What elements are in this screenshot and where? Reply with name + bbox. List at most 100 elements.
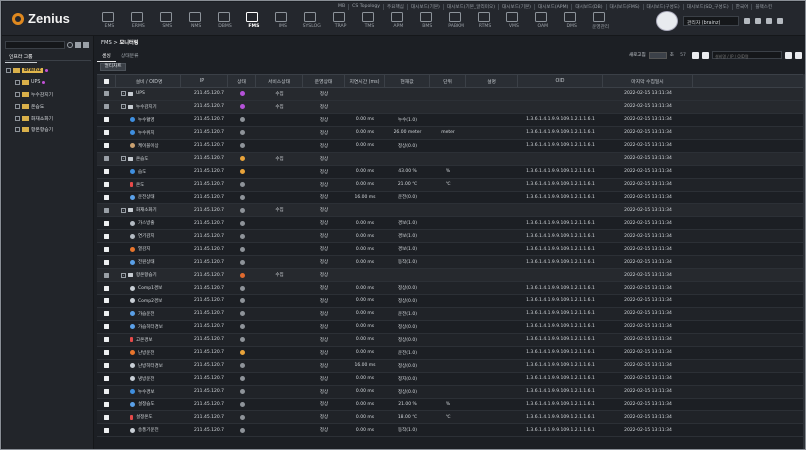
module-nms[interactable]: NMS (182, 12, 211, 30)
row-checkbox[interactable] (104, 350, 109, 356)
row-checkbox[interactable] (104, 143, 109, 149)
module-syslog[interactable]: SYSLOG (297, 12, 326, 30)
table-row[interactable]: - 온습도 211.45.120.7 수집 정상 2022-02-15 13:11:34 (97, 152, 804, 166)
table-row[interactable]: 가습운전 211.45.120.7 정상 0.00 ms 운전(1.0) 1.3.6.1.… (97, 307, 804, 321)
module-pabkm[interactable]: PABKM (442, 12, 471, 30)
table-row[interactable]: - 화재소화기 211.45.120.7 수집 정상 2022-02-15 13:11:3… (97, 204, 804, 218)
row-checkbox[interactable] (104, 298, 109, 304)
row-checkbox[interactable] (104, 363, 109, 369)
tree-node[interactable]: 항온항습기 (15, 124, 53, 136)
row-checkbox[interactable] (104, 246, 109, 252)
row-checkbox[interactable] (104, 259, 109, 265)
row-checkbox[interactable] (104, 91, 109, 97)
module-fms[interactable]: FMS (239, 12, 268, 30)
table-row[interactable]: - UPS 211.45.120.7 수집 정상 2022-02-15 13:11:34 (97, 88, 804, 101)
table-row[interactable]: 가스방출 211.45.120.7 정상 0.00 ms 경보(1.0) 1.3.6.1.… (97, 217, 804, 231)
expand-icon[interactable] (15, 115, 20, 121)
table-row[interactable]: 운전상태 211.45.120.7 정상 16.00 ms 운전(0.0) 1.3.6.1… (97, 192, 804, 205)
trash-icon[interactable] (766, 18, 772, 24)
column-header[interactable]: 서비스상태 (256, 75, 303, 87)
module-ems[interactable]: EMS (95, 12, 124, 30)
column-header[interactable]: 지연시간 (ms) (345, 75, 385, 87)
table-row[interactable]: Comp2경보 211.45.120.7 정상 0.00 ms 정상(0.0) 1.3.6… (97, 295, 804, 308)
column-header[interactable]: 단위 (430, 75, 466, 87)
row-checkbox[interactable] (104, 324, 109, 330)
expand-icon[interactable] (15, 103, 20, 109)
column-header[interactable]: 설비 / OID명 (116, 75, 181, 87)
table-row[interactable]: 난방히터경보 211.45.120.7 정상 16.00 ms 정상(0.0) 1.3.6… (97, 359, 804, 373)
top-link[interactable]: 대시보드(기본) (499, 4, 535, 10)
tree-node[interactable]: UPS (15, 77, 53, 89)
gear-icon[interactable] (83, 41, 89, 48)
top-link[interactable]: 한국어 (733, 4, 753, 10)
table-row[interactable]: 냉방운전 211.45.120.7 정상 0.00 ms 정지(0.0) 1.3.6.1.… (97, 373, 804, 386)
table-row[interactable]: 고온경보 211.45.120.7 정상 0.00 ms 정상(0.0) 1.3.6.1.… (97, 333, 804, 347)
top-link[interactable]: 대시보드(FMS) (607, 4, 644, 10)
row-checkbox[interactable] (104, 414, 109, 420)
search-icon[interactable] (67, 41, 73, 48)
module-vms[interactable]: VMS (499, 12, 528, 30)
top-link[interactable]: CS Topology (349, 4, 384, 10)
top-link[interactable]: 대시보드(기본_알리미오) (444, 4, 500, 10)
row-checkbox[interactable] (104, 182, 109, 188)
row-checkbox[interactable] (104, 376, 109, 382)
tree-node[interactable]: 누수감지기 (15, 89, 53, 101)
row-checkbox[interactable] (104, 401, 109, 407)
grid-icon[interactable] (75, 41, 81, 48)
lock-icon[interactable] (744, 18, 750, 24)
row-checkbox[interactable] (104, 285, 109, 291)
user-select[interactable]: 관리자 (brainz) (683, 16, 739, 26)
multi-chart-button[interactable]: 멀티차트 (100, 63, 126, 71)
row-checkbox[interactable] (104, 337, 109, 343)
table-row[interactable]: 설정습도 211.45.120.7 정상 0.00 ms 21.00 %% 1.3.6.1… (97, 399, 804, 412)
module-ims[interactable]: IMS (268, 12, 297, 30)
play-button[interactable] (702, 51, 709, 59)
top-link[interactable]: 대시보드(DB) (572, 4, 607, 10)
top-link[interactable]: 주요핵심 (384, 4, 408, 10)
table-row[interactable]: 설정온도 211.45.120.7 정상 0.00 ms 18.00 ℃ ℃ 1.3.6.1… (97, 411, 804, 425)
tree-search-input[interactable] (5, 40, 65, 49)
user-icon[interactable] (755, 18, 761, 24)
table-row[interactable]: 전원상태 211.45.120.7 정상 0.00 ms 동작(1.0) 1.3.6.1.… (97, 256, 804, 270)
collapse-icon[interactable]: - (121, 91, 126, 97)
collapse-icon[interactable]: - (121, 272, 126, 278)
pause-button[interactable] (692, 51, 699, 59)
row-checkbox[interactable] (104, 272, 109, 278)
table-row[interactable]: 가습히터경보 211.45.120.7 정상 0.00 ms 정상(0.0) 1.3.6.… (97, 321, 804, 334)
table-row[interactable]: - 누수감지기 211.45.120.7 수집 정상 2022-02-15 13:11:3… (97, 100, 804, 114)
module-oam[interactable]: OAM (528, 12, 557, 30)
tree-node[interactable]: 온습도 (15, 100, 53, 112)
table-row[interactable]: 난방운전 211.45.120.7 정상 0.00 ms 운전(1.0) 1.3.6.1.… (97, 347, 804, 360)
logo[interactable]: Zenius (12, 11, 70, 26)
row-checkbox[interactable] (104, 169, 109, 175)
module-tms[interactable]: TMS (355, 12, 384, 30)
refresh-interval-select[interactable] (648, 51, 667, 59)
table-row[interactable]: 누수혈영 211.45.120.7 정상 0.00 ms 누수(1.0) 1.3.6.1.… (97, 114, 804, 127)
top-link[interactable]: 대시보드(SD_구성도) (684, 4, 733, 10)
row-checkbox[interactable] (104, 389, 109, 395)
settings-icon[interactable] (777, 18, 783, 24)
module-dbms[interactable]: DBMS (211, 12, 240, 30)
tab-sensing[interactable]: 센싱 (97, 52, 116, 62)
expand-icon[interactable] (15, 127, 20, 133)
select-all-checkbox[interactable] (103, 78, 109, 84)
collapse-icon[interactable]: - (121, 207, 126, 213)
table-row[interactable]: 누수경보 211.45.120.7 정상 0.00 ms 정상(0.0) 1.3.6.1.… (97, 385, 804, 399)
row-checkbox[interactable] (104, 233, 109, 239)
tree-node[interactable]: brainz (6, 65, 53, 77)
row-checkbox[interactable] (104, 220, 109, 226)
table-row[interactable]: 송풍기운전 211.45.120.7 정상 0.00 ms 동작(1.0) 1.3.6.1… (97, 424, 804, 438)
top-link[interactable]: 대시보드(APM) (535, 4, 573, 10)
tab-infra-group[interactable]: 인프라 그룹 (5, 53, 37, 63)
top-link[interactable]: MB (335, 4, 350, 10)
row-checkbox[interactable] (104, 156, 109, 162)
row-checkbox[interactable] (104, 130, 109, 136)
column-header[interactable]: 현재값 (385, 75, 430, 87)
column-header[interactable]: 설명 (466, 75, 518, 87)
module-rtms[interactable]: RTMS (471, 12, 500, 30)
expand-icon[interactable] (15, 91, 20, 97)
tab-status-class[interactable]: 상태분류 (116, 52, 144, 62)
row-checkbox[interactable] (104, 311, 109, 317)
search-icon[interactable] (785, 51, 792, 59)
top-link[interactable]: 블랙스킨 (752, 4, 775, 10)
